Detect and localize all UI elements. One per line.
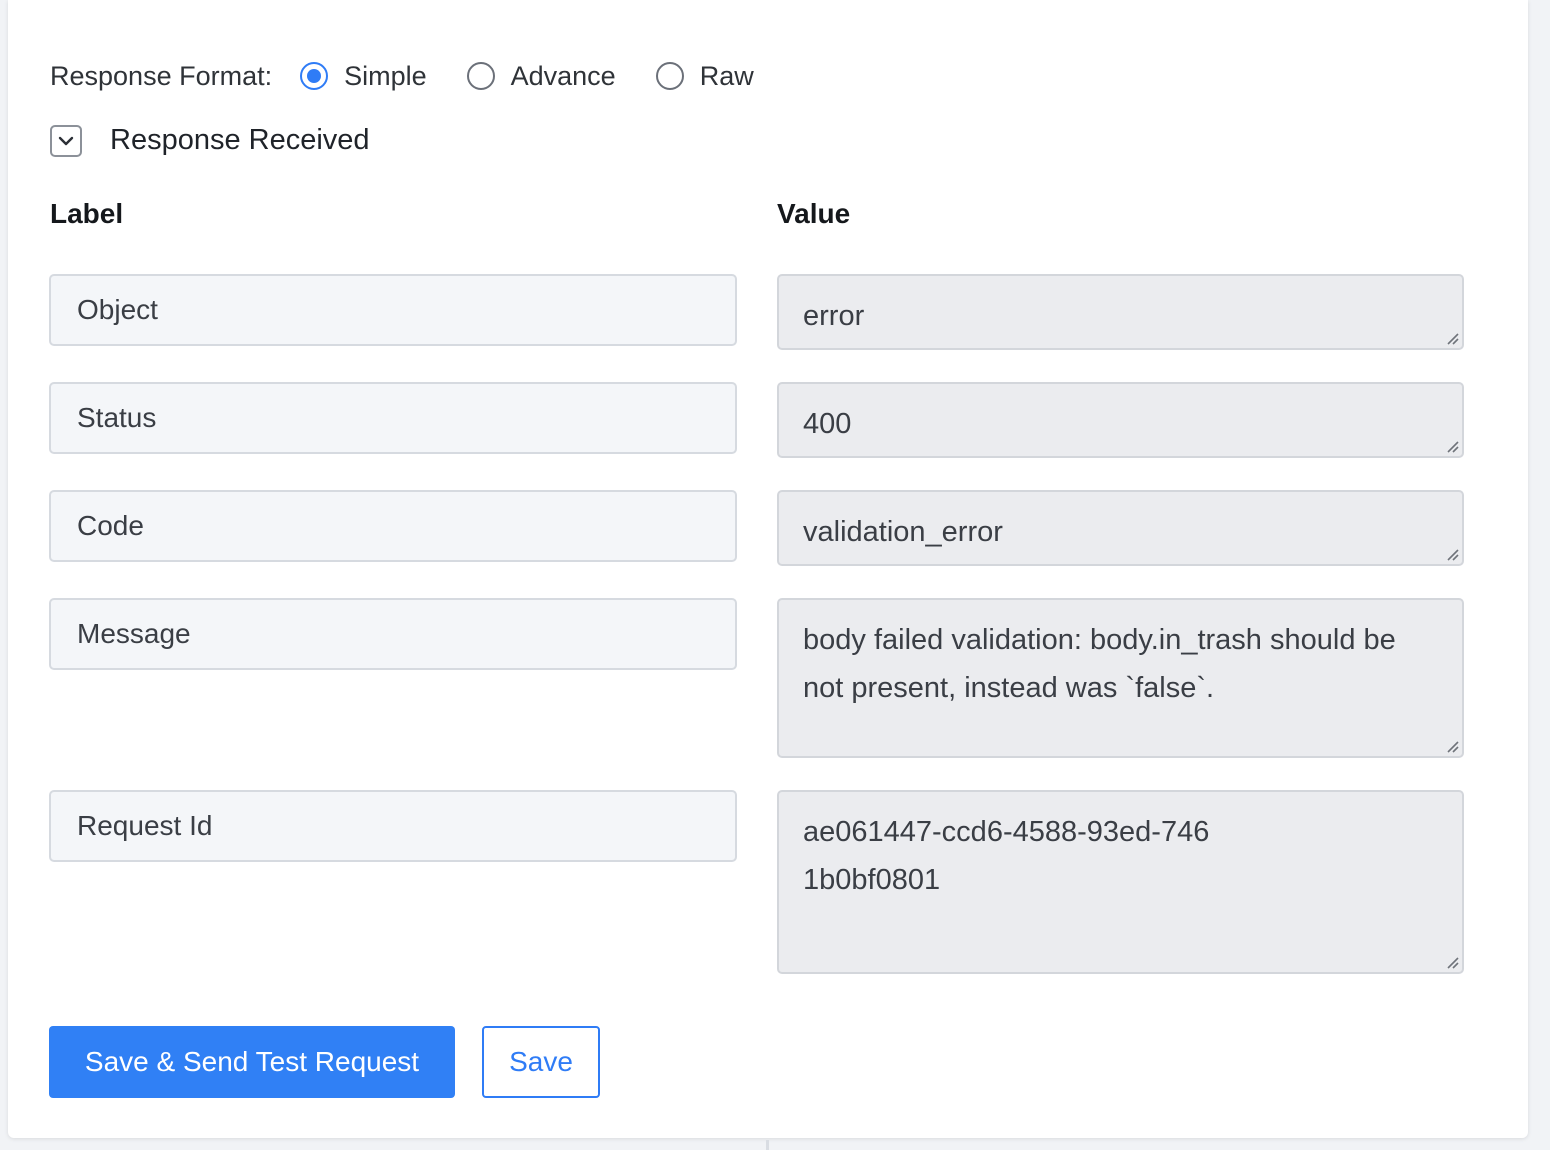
radio-advance[interactable]: Advance [466,61,616,92]
value-text-request-id: ae061447-ccd6-4588-93ed-7461b0bf0801 [803,816,1210,896]
radio-simple-label[interactable]: Simple [344,61,427,92]
value-field-object[interactable]: error [777,274,1464,350]
label-field-status[interactable]: Status [49,382,737,454]
save-and-send-test-request-button[interactable]: Save & Send Test Request [49,1026,455,1098]
radio-simple[interactable]: Simple [300,61,427,92]
response-received-title: Response Received [110,124,370,156]
label-field-code[interactable]: Code [49,490,737,562]
chevron-down-icon [58,136,74,145]
resize-grip-icon[interactable] [1445,955,1459,969]
label-field-request-id[interactable]: Request Id [49,790,737,862]
radio-advance-label[interactable]: Advance [511,61,616,92]
divider [766,1140,769,1150]
save-button[interactable]: Save [482,1026,600,1098]
value-field-code[interactable]: validation_error [777,490,1464,566]
value-text-object: error [803,300,865,332]
value-field-status[interactable]: 400 [777,382,1464,458]
label-field-message[interactable]: Message [49,598,737,670]
collapse-toggle-button[interactable] [50,124,82,157]
label-column-header: Label [50,198,124,229]
resize-grip-icon[interactable] [1445,439,1459,453]
value-field-message[interactable]: body failed validation: body.in_trash sh… [777,598,1464,758]
radio-advance-indicator[interactable] [466,62,495,90]
resize-grip-icon[interactable] [1445,331,1459,345]
value-field-request-id[interactable]: ae061447-ccd6-4588-93ed-7461b0bf0801 [777,790,1464,974]
value-text-status: 400 [803,408,852,440]
radio-simple-indicator[interactable] [300,62,329,90]
response-format-label: Response Format: [50,60,273,91]
response-format-group: Response Format: Simple Advance Raw [50,56,794,96]
value-text-message: body failed validation: body.in_trash sh… [803,624,1396,704]
radio-raw-indicator[interactable] [655,62,684,90]
label-field-object[interactable]: Object [49,274,737,346]
radio-raw[interactable]: Raw [655,61,754,92]
resize-grip-icon[interactable] [1445,547,1459,561]
value-text-code: validation_error [803,516,1003,548]
radio-raw-label[interactable]: Raw [700,61,754,92]
response-received-header: Response Received [50,124,370,157]
resize-grip-icon[interactable] [1445,739,1459,753]
value-column-header: Value [777,198,851,229]
